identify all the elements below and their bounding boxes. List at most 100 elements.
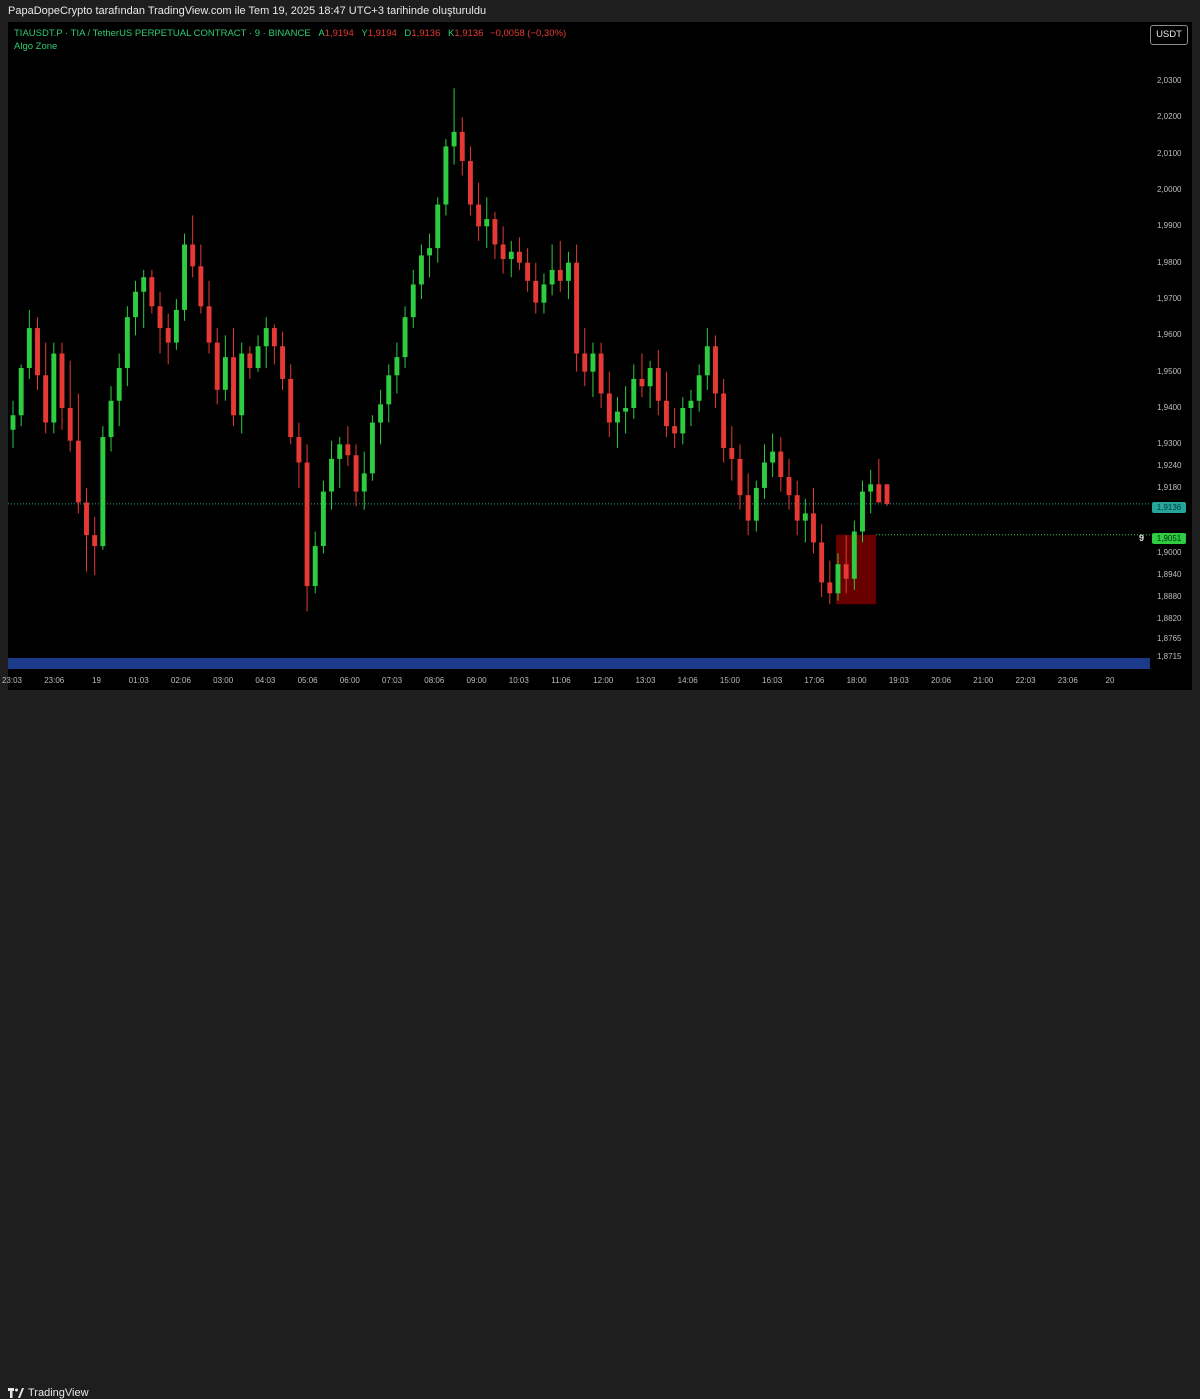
candle-body <box>606 393 612 423</box>
high-value: 1,9194 <box>367 28 397 39</box>
candle-body <box>75 440 81 503</box>
candle-body <box>721 393 727 448</box>
price-tick-label: 2,0100 <box>1157 148 1182 158</box>
price-tick-label: 1,9000 <box>1157 548 1182 558</box>
candle-body <box>827 582 833 594</box>
indicator-label[interactable]: Algo Zone <box>14 41 57 52</box>
time-tick-label: 15:00 <box>719 676 740 685</box>
candle-body <box>247 353 253 369</box>
candle-body <box>762 462 767 488</box>
candle-body <box>508 251 514 260</box>
candle-body <box>427 248 433 256</box>
price-tick-label: 1,8765 <box>1157 633 1182 643</box>
price-tick-label: 1,9600 <box>1157 330 1182 340</box>
tradingview-logo[interactable]: TradingView <box>8 1387 89 1399</box>
candle-body <box>296 437 302 463</box>
candle-body <box>778 451 784 478</box>
candle-body <box>484 219 490 227</box>
candle-body <box>729 447 735 459</box>
candle-body <box>418 255 424 285</box>
candle-body <box>811 513 816 543</box>
candle-body <box>476 204 482 227</box>
candle-body <box>672 426 678 434</box>
candle-body <box>59 353 65 408</box>
candle-body <box>696 375 702 401</box>
candle-body <box>280 346 286 379</box>
candle-body <box>116 368 122 401</box>
zone-number-label: 9 <box>1139 533 1145 543</box>
symbol-title[interactable]: TIAUSDT.P · TIA / TetherUS PERPETUAL CON… <box>14 28 311 39</box>
change-value: −0,0058 (−0,30%) <box>490 28 567 39</box>
candle-body <box>369 422 375 474</box>
footer-bar: TradingView <box>0 690 1200 1399</box>
candle-body <box>149 277 155 307</box>
time-tick-label: 20:06 <box>931 676 952 685</box>
candle-body <box>639 378 645 387</box>
candle-body <box>190 244 196 267</box>
currency-button[interactable]: USDT <box>1150 25 1188 45</box>
candle-body <box>206 306 212 343</box>
candle-body <box>337 444 343 459</box>
price-tick-label: 1,8940 <box>1157 570 1182 580</box>
price-tick-label: 1,8880 <box>1157 591 1182 601</box>
candle-body <box>753 487 759 521</box>
candle-body <box>582 353 588 372</box>
candle-body <box>18 368 24 416</box>
candle-body <box>623 408 629 412</box>
candle-body <box>851 531 857 579</box>
candle-body <box>884 484 890 504</box>
price-tick-label: 2,0300 <box>1157 76 1182 85</box>
time-tick-label: 03:00 <box>213 676 234 685</box>
price-tick-label: 1,9500 <box>1157 366 1182 376</box>
candle-body <box>467 160 473 205</box>
candle-body <box>288 378 294 438</box>
candle-body <box>860 491 865 532</box>
candle-body <box>664 400 669 427</box>
candle-body <box>26 328 32 369</box>
time-tick-label: 21:00 <box>973 676 994 685</box>
candle-body <box>492 219 498 245</box>
candle-body <box>92 535 98 547</box>
candle-body <box>541 284 547 303</box>
brand-name: TradingView <box>28 1387 89 1399</box>
candle-body <box>410 284 416 318</box>
time-tick-label: 23:06 <box>44 676 65 685</box>
time-tick-label: 17:06 <box>804 676 825 685</box>
candle-body <box>843 564 849 579</box>
time-tick-label: 02:06 <box>170 676 191 685</box>
candle-body <box>43 375 49 423</box>
price-tick-label: 1,8715 <box>1157 651 1182 661</box>
price-tick-label: 1,9300 <box>1157 439 1182 449</box>
symbol-legend: TIAUSDT.P · TIA / TetherUS PERPETUAL CON… <box>14 28 566 39</box>
candle-body <box>786 477 792 496</box>
candle-body <box>549 269 555 285</box>
candle-body <box>173 309 179 343</box>
candle-body <box>51 353 57 423</box>
candle-body <box>402 317 408 358</box>
open-value: 1,9194 <box>324 28 354 39</box>
candle-body <box>386 375 392 405</box>
candle-body <box>435 204 441 249</box>
price-tick-label: 1,9400 <box>1157 403 1182 412</box>
time-tick-label: 19 <box>92 676 101 685</box>
candle-body <box>713 346 718 394</box>
time-tick-label: 05:06 <box>297 676 318 685</box>
time-tick-label: 08:06 <box>424 676 445 685</box>
candle-body <box>263 328 269 347</box>
candle-body <box>794 495 800 521</box>
candle-body <box>688 400 694 408</box>
time-tick-label: 13:03 <box>635 676 656 685</box>
candle-body <box>590 353 596 372</box>
candle-body <box>737 458 743 496</box>
candle-body <box>451 131 457 147</box>
candle-body <box>165 328 171 343</box>
candle-body <box>35 328 40 376</box>
price-tick-label: 2,0200 <box>1157 112 1182 122</box>
time-tick-label: 22:03 <box>1015 676 1036 685</box>
time-tick-label: 19:03 <box>888 676 909 685</box>
time-tick-label: 23:03 <box>1 676 23 685</box>
candle-body <box>304 462 310 587</box>
time-tick-label: 10:03 <box>508 676 529 685</box>
candle-body <box>345 444 351 456</box>
last-price-tag: 1,9136 <box>1152 502 1186 513</box>
